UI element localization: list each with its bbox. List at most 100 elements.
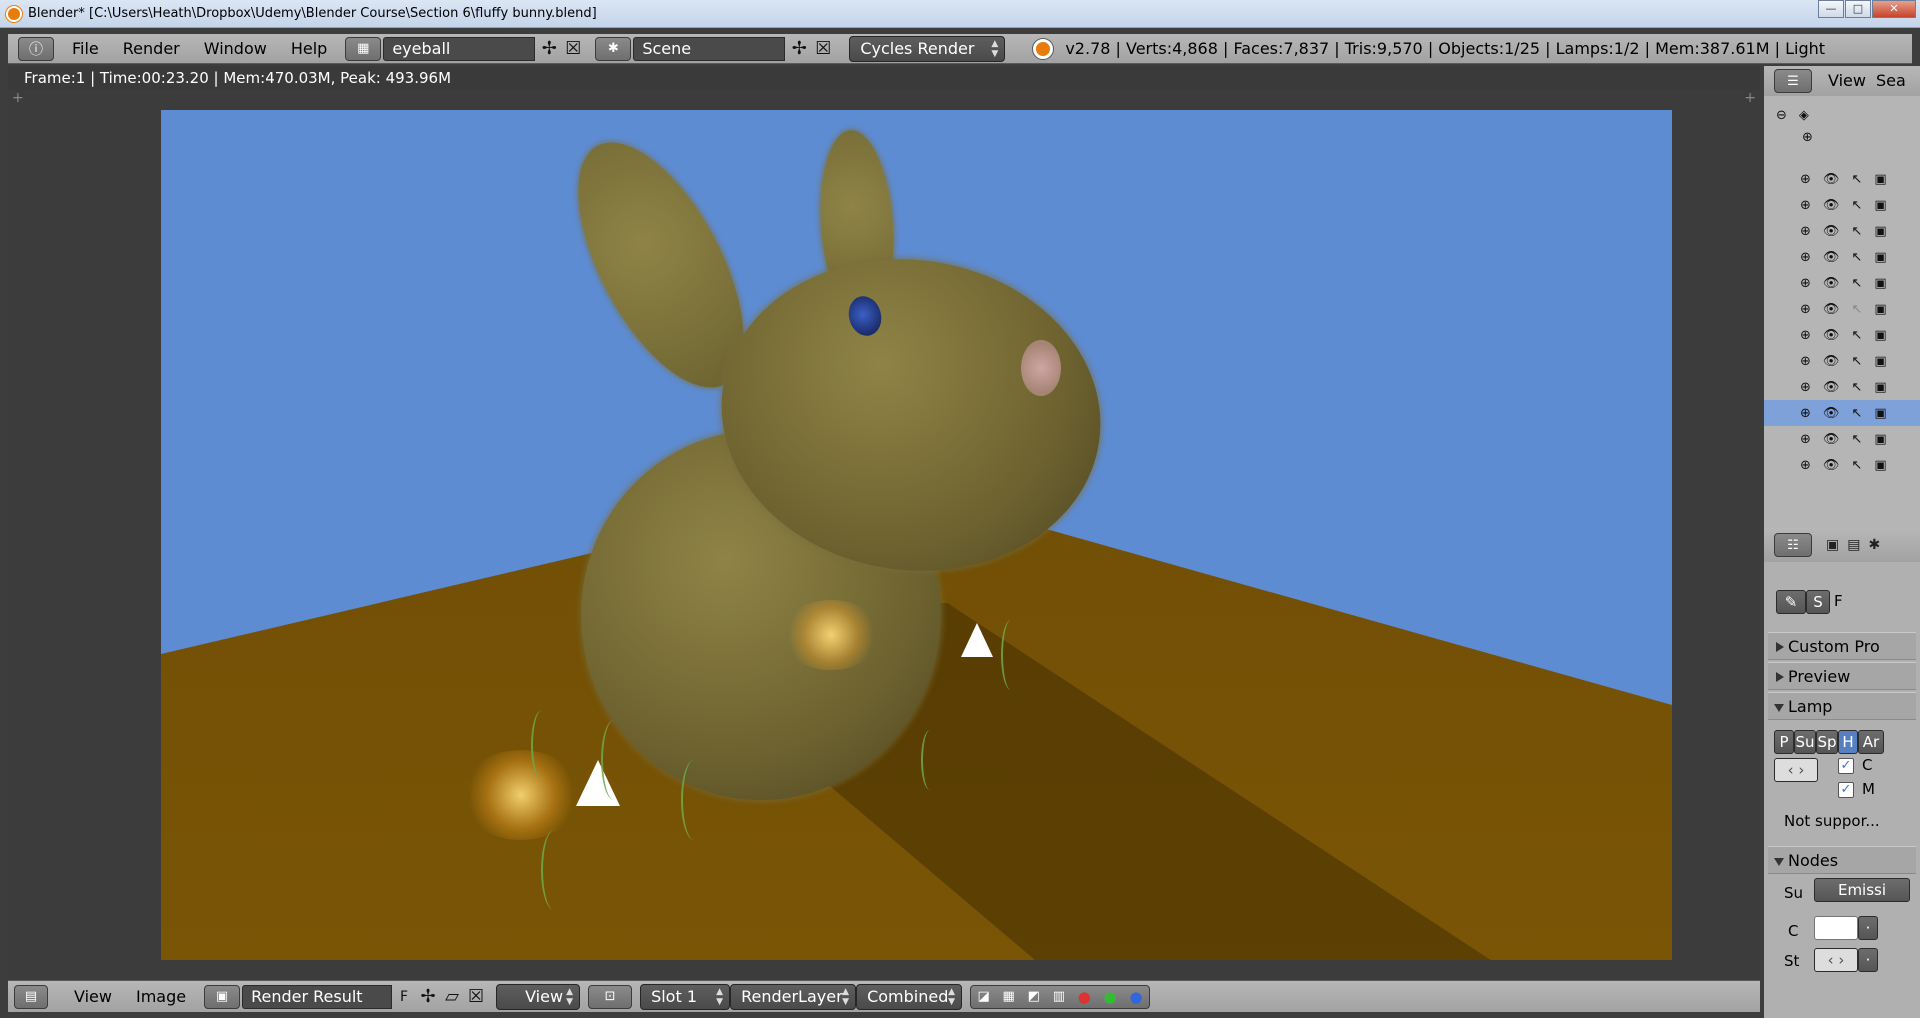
- lamp-data-tab-s[interactable]: S: [1806, 590, 1830, 614]
- expand-icon[interactable]: ⊕: [1800, 224, 1811, 239]
- render-icon[interactable]: ▣: [1874, 302, 1886, 317]
- expand-icon[interactable]: ⊕: [1800, 380, 1811, 395]
- add-scene-icon[interactable]: ✢: [787, 37, 811, 61]
- color-swatch[interactable]: [1814, 916, 1858, 940]
- render-layer-selector[interactable]: RenderLayer ▲ ▼: [730, 983, 857, 1010]
- eye-icon[interactable]: 👁: [1823, 354, 1840, 369]
- render-engine-selector[interactable]: Cycles Render ▲ ▼: [849, 35, 1006, 62]
- editor-type-selector[interactable]: ⓘ: [18, 36, 54, 61]
- expand-icon[interactable]: ⊕: [1800, 328, 1811, 343]
- expand-icon[interactable]: ⊕: [1800, 432, 1811, 447]
- list-item[interactable]: ⊕ 👁 ↖ ▣: [1764, 322, 1920, 348]
- blue-channel-icon[interactable]: ●: [1130, 988, 1143, 1006]
- render-pass-selector[interactable]: Combined ▲ ▼: [856, 983, 963, 1010]
- unlink-image-icon[interactable]: ☒: [464, 985, 488, 1009]
- eye-icon[interactable]: 👁: [1823, 276, 1840, 291]
- render-icon[interactable]: ▣: [1874, 276, 1886, 291]
- list-item[interactable]: ⊕ 👁 ↖ ▣: [1764, 270, 1920, 296]
- collapse-icon[interactable]: ⊖: [1776, 108, 1787, 123]
- lamp-type-sun[interactable]: Su: [1794, 730, 1816, 754]
- render-icon[interactable]: ▣: [1874, 250, 1886, 265]
- list-item[interactable]: ⊕ 👁 ↖ ▣: [1764, 296, 1920, 322]
- scene-field[interactable]: Scene: [633, 36, 786, 61]
- area-split-icon[interactable]: +: [12, 90, 24, 106]
- list-item[interactable]: ⊕ 👁 ↖ ▣: [1764, 426, 1920, 452]
- outliner-editor-selector[interactable]: ☰: [1774, 69, 1812, 93]
- render-icon[interactable]: ▣: [1874, 328, 1886, 343]
- list-item-selected[interactable]: ⊕ 👁 ↖ ▣: [1764, 400, 1920, 426]
- eye-icon[interactable]: 👁: [1823, 406, 1840, 421]
- maximize-icon[interactable]: □: [1845, 0, 1871, 18]
- slot-selector[interactable]: Slot 1 ▲ ▼: [640, 983, 731, 1010]
- expand-icon[interactable]: ⊕: [1800, 276, 1811, 291]
- scene-tab-icon[interactable]: ✱: [1868, 537, 1880, 553]
- menu-view[interactable]: View: [62, 982, 124, 1012]
- lamp-type-spot[interactable]: Sp: [1816, 730, 1838, 754]
- red-channel-icon[interactable]: ●: [1078, 988, 1091, 1006]
- check-m[interactable]: ✓: [1838, 782, 1854, 798]
- outliner-menu-view[interactable]: View: [1812, 66, 1866, 96]
- cursor-icon[interactable]: ↖: [1851, 302, 1862, 317]
- list-item[interactable]: ⊕ 👁 ↖ ▣: [1764, 374, 1920, 400]
- close-icon[interactable]: ✕: [1872, 0, 1916, 18]
- list-item[interactable]: ⊕ 👁 ↖ ▣: [1764, 348, 1920, 374]
- expand-icon[interactable]: ⊕: [1800, 250, 1811, 265]
- open-image-icon[interactable]: ▱: [440, 985, 464, 1009]
- color-socket-icon[interactable]: ·: [1858, 916, 1878, 940]
- lamp-data-icon[interactable]: ✎: [1776, 590, 1806, 614]
- render-tab-icon[interactable]: ▣: [1826, 537, 1839, 553]
- cursor-icon[interactable]: ↖: [1851, 458, 1862, 473]
- eye-icon[interactable]: 👁: [1823, 302, 1840, 317]
- render-icon[interactable]: ▣: [1874, 406, 1886, 421]
- screen-layout-field[interactable]: eyeball: [383, 36, 536, 61]
- render-icon[interactable]: ▣: [1874, 172, 1886, 187]
- panel-preview[interactable]: Preview: [1768, 662, 1916, 690]
- browse-image-selector[interactable]: ▣: [204, 984, 241, 1009]
- strength-field[interactable]: ‹ ›: [1814, 948, 1858, 972]
- list-item[interactable]: ⊕ 👁 ↖ ▣: [1764, 218, 1920, 244]
- screen-layout-selector[interactable]: ▦: [345, 36, 382, 61]
- cursor-icon[interactable]: ↖: [1851, 224, 1862, 239]
- expand-icon[interactable]: ⊕: [1800, 302, 1811, 317]
- menu-render[interactable]: Render: [111, 34, 192, 64]
- eye-icon[interactable]: 👁: [1823, 432, 1840, 447]
- cursor-icon[interactable]: ↖: [1851, 380, 1862, 395]
- list-item[interactable]: ⊕ 👁 ↖ ▣: [1764, 192, 1920, 218]
- outliner-tree[interactable]: ⊖ ◈ ⊕ ⊕ 👁 ↖ ▣ ⊕ 👁 ↖ ▣ ⊕ 👁 ↖ ▣ ⊕ 👁 ↖ ▣ ⊕ 👁 ↖ ▣ ⊕ 👁 ↖ ▣ ⊕ 👁 ↖ ▣ …: [1764, 96, 1920, 586]
- fake-user-button[interactable]: F: [392, 985, 416, 1009]
- render-icon[interactable]: ▣: [1874, 354, 1886, 369]
- expand-icon[interactable]: ⊕: [1800, 458, 1811, 473]
- eye-icon[interactable]: 👁: [1823, 328, 1840, 343]
- expand-icon[interactable]: ⊕: [1802, 130, 1813, 145]
- alpha-icon[interactable]: ◩: [1028, 989, 1040, 1004]
- render-icon[interactable]: ▣: [1874, 458, 1886, 473]
- lamp-type-area[interactable]: Ar: [1858, 730, 1884, 754]
- menu-image[interactable]: Image: [124, 982, 198, 1012]
- lamp-type-point[interactable]: P: [1774, 730, 1794, 754]
- delete-layout-icon[interactable]: ☒: [561, 37, 585, 61]
- render-icon[interactable]: ▣: [1874, 432, 1886, 447]
- minimize-icon[interactable]: —: [1818, 0, 1844, 18]
- new-image-icon[interactable]: ✢: [416, 985, 440, 1009]
- area-split-icon-right[interactable]: +: [1744, 90, 1756, 106]
- pivot-selector[interactable]: ⊡: [588, 984, 633, 1009]
- cursor-icon[interactable]: ↖: [1851, 354, 1862, 369]
- menu-file[interactable]: File: [60, 34, 111, 64]
- outliner-search[interactable]: Sea: [1866, 66, 1906, 96]
- render-icon[interactable]: ▣: [1874, 198, 1886, 213]
- cursor-icon[interactable]: ↖: [1851, 172, 1862, 187]
- render-layers-tab-icon[interactable]: ▤: [1847, 537, 1860, 553]
- cursor-icon[interactable]: ↖: [1851, 432, 1862, 447]
- expand-icon[interactable]: ⊕: [1800, 406, 1811, 421]
- expand-icon[interactable]: ⊕: [1800, 354, 1811, 369]
- list-item[interactable]: ⊕ 👁 ↖ ▣: [1764, 244, 1920, 270]
- eye-icon[interactable]: 👁: [1823, 198, 1840, 213]
- menu-window[interactable]: Window: [192, 34, 279, 64]
- eye-icon[interactable]: 👁: [1823, 458, 1840, 473]
- add-layout-icon[interactable]: ✢: [537, 37, 561, 61]
- green-channel-icon[interactable]: ●: [1104, 988, 1117, 1006]
- list-item[interactable]: ⊕ 👁 ↖ ▣: [1764, 452, 1920, 478]
- panel-custom-properties[interactable]: Custom Pro: [1768, 632, 1916, 660]
- scene-selector[interactable]: ✱: [595, 36, 632, 61]
- lamp-type-hemi[interactable]: H: [1838, 730, 1858, 754]
